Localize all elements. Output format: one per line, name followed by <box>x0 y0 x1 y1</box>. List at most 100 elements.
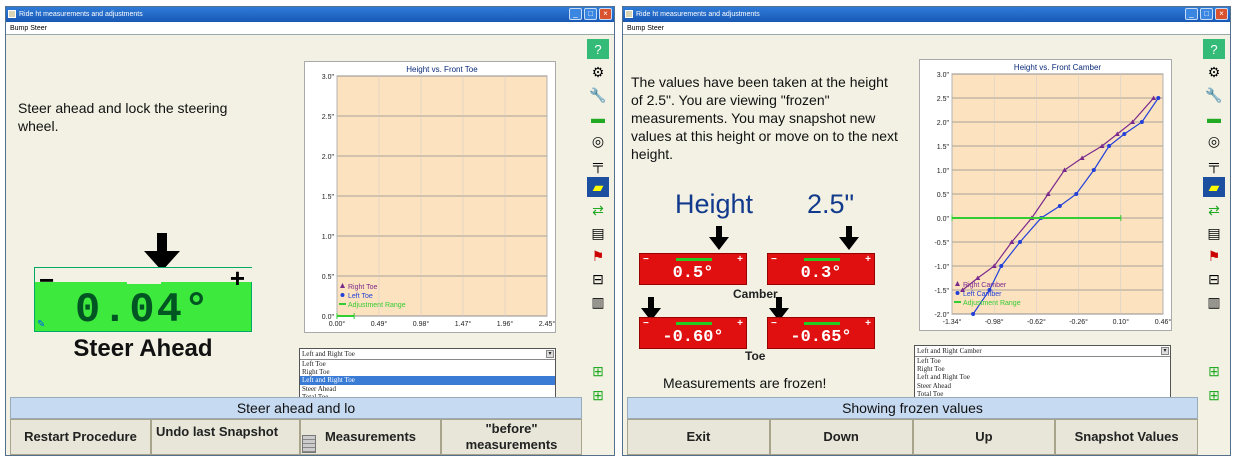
car-icon[interactable]: ▬ <box>1203 108 1225 128</box>
vehicle-icon[interactable]: ▰ <box>587 177 609 197</box>
left-camber-gauge: − + 0.5° <box>639 253 747 285</box>
disk-icon[interactable]: ⊟ <box>1203 269 1225 289</box>
bump-steer-window-right: Ride ht measurements and adjustments _ □… <box>622 6 1231 456</box>
tool-icon-1[interactable]: ⚙ <box>1203 62 1225 82</box>
down-button[interactable]: Down <box>769 419 913 455</box>
document-icon[interactable]: ▥ <box>1203 292 1225 312</box>
x-tick-label: 0.46° <box>1155 318 1171 326</box>
y-tick-label: 0.5" <box>937 192 950 199</box>
y-tick-label: 2.0" <box>937 120 950 127</box>
dropdown-option[interactable]: Left and Right Toe <box>300 376 555 385</box>
printer-icon[interactable]: ▤ <box>1203 223 1225 243</box>
legend-label: Right Camber <box>963 282 1007 289</box>
dropdown-selected[interactable]: Left and Right Toe ▾ <box>300 349 555 360</box>
data-point <box>1091 168 1096 172</box>
keyboard-icon[interactable] <box>302 435 316 453</box>
toe-reading: 0.04° <box>74 286 212 334</box>
data-point <box>1074 192 1079 196</box>
steering-icon[interactable]: ⇄ <box>587 200 609 220</box>
data-point <box>1139 120 1144 124</box>
printer-icon[interactable]: ▤ <box>587 223 609 243</box>
exit-button[interactable]: Exit <box>627 419 770 455</box>
plus-sign: + <box>229 263 245 293</box>
minimize-button[interactable]: _ <box>569 8 582 20</box>
dropdown-option[interactable]: Steer Ahead <box>300 385 555 393</box>
wrench-icon[interactable]: 🔧 <box>1203 85 1225 105</box>
right-camber-gauge: − + 0.3° <box>767 253 875 285</box>
title-bar: Ride ht measurements and adjustments _ □… <box>623 7 1230 22</box>
measurements-button[interactable]: Measurements <box>300 419 441 455</box>
legend-label: Adjustment Range <box>963 300 1021 307</box>
legend-label: Adjustment Range <box>348 302 406 309</box>
dropdown-selected[interactable]: Left and Right Camber ▾ <box>915 346 1170 357</box>
y-tick-label: -1.0" <box>934 264 949 271</box>
y-tick-label: 0.0" <box>937 216 950 223</box>
maximize-button[interactable]: □ <box>1200 8 1213 20</box>
instruction-text: Steer ahead and lock the steering wheel. <box>18 100 228 134</box>
legend-label: Right Toe <box>348 284 378 291</box>
document-icon[interactable]: ▥ <box>587 292 609 312</box>
help-icon[interactable]: ? <box>587 39 609 59</box>
y-tick-label: 2.0" <box>322 154 335 161</box>
up-button[interactable]: Up <box>912 419 1056 455</box>
chart-svg: Height vs. Front Camber 3.0" 2.5" 2.0" 1.5" 1… <box>934 63 1171 326</box>
dropdown-selected-label: Left and Right Toe <box>302 350 355 358</box>
app-icon <box>625 10 633 18</box>
flag-icon[interactable]: ⚑ <box>587 246 609 266</box>
restart-procedure-button[interactable]: Restart Procedure <box>10 419 151 455</box>
left-camber-value: 0.5° <box>672 264 714 283</box>
left-toe-value: -0.60° <box>662 328 724 347</box>
steer-ahead-label: Steer Ahead <box>73 335 213 362</box>
snapshot-values-button[interactable]: Snapshot Values <box>1055 419 1198 455</box>
axle-icon[interactable]: ⊞ <box>587 361 609 381</box>
dropdown-option[interactable]: Right Toe <box>300 368 555 376</box>
disk-icon[interactable]: ⊟ <box>587 269 609 289</box>
flag-icon[interactable]: ⚑ <box>1203 246 1225 266</box>
steering-icon[interactable]: ⇄ <box>1203 200 1225 220</box>
vehicle-icon[interactable]: ▰ <box>1203 177 1225 197</box>
dropdown-option[interactable]: Right Toe <box>915 365 1170 373</box>
x-tick-label: 0.98° <box>413 320 430 328</box>
pencil-icon[interactable]: ✎ <box>37 319 45 330</box>
tire-icon[interactable]: ◎ <box>1203 131 1225 151</box>
dropdown-selected-label: Left and Right Camber <box>917 347 982 355</box>
axle-icon[interactable]: ⊞ <box>1203 361 1225 381</box>
y-tick-label: -0.5" <box>934 240 949 247</box>
axle-2-icon[interactable]: ⊞ <box>587 385 609 405</box>
chevron-down-icon[interactable]: ▾ <box>546 350 554 358</box>
minimize-button[interactable]: _ <box>1185 8 1198 20</box>
lift-icon[interactable]: ╤ <box>1203 154 1225 174</box>
dropdown-option[interactable]: Left Toe <box>915 357 1170 365</box>
y-tick-label: 1.0" <box>937 168 950 175</box>
x-tick-label: -0.98° <box>985 318 1004 326</box>
y-tick-label: 3.0" <box>322 74 335 81</box>
tool-icon-1[interactable]: ⚙ <box>587 62 609 82</box>
x-tick-label: 0.49° <box>371 320 388 328</box>
height-value: 2.5" <box>807 189 855 219</box>
maximize-button[interactable]: □ <box>584 8 597 20</box>
lift-icon[interactable]: ╤ <box>587 154 609 174</box>
procedure-subtitle: Bump Steer <box>6 22 614 35</box>
axle-2-icon[interactable]: ⊞ <box>1203 385 1225 405</box>
down-arrow-icon <box>709 226 729 250</box>
before-measurements-button[interactable]: "before" measurements <box>441 419 582 455</box>
status-text: Steer ahead and lo <box>236 400 356 416</box>
dropdown-option[interactable]: Steer Ahead <box>915 382 1170 390</box>
tire-icon[interactable]: ◎ <box>587 131 609 151</box>
right-camber-value: 0.3° <box>800 264 842 283</box>
chart-title: Height vs. Front Toe <box>406 65 478 74</box>
status-text: Showing frozen values <box>842 400 983 416</box>
dropdown-option[interactable]: Left Toe <box>300 360 555 368</box>
car-icon[interactable]: ▬ <box>587 108 609 128</box>
help-icon[interactable]: ? <box>1203 39 1225 59</box>
gauge-notch <box>35 268 253 284</box>
x-tick-label: 1.47° <box>455 320 472 328</box>
adjustment-range-marker <box>676 258 712 261</box>
wrench-icon[interactable]: 🔧 <box>587 85 609 105</box>
tool-sidebar: ? ⚙ 🔧 ▬ ◎ ╤ ▰ ⇄ ▤ ⚑ ⊟ ▥ <box>586 39 610 312</box>
dropdown-option[interactable]: Left and Right Toe <box>915 373 1170 381</box>
close-button[interactable]: × <box>599 8 612 20</box>
close-button[interactable]: × <box>1215 8 1228 20</box>
chevron-down-icon[interactable]: ▾ <box>1161 347 1169 355</box>
undo-last-snapshot-button[interactable]: Undo last Snapshot <box>151 419 300 455</box>
